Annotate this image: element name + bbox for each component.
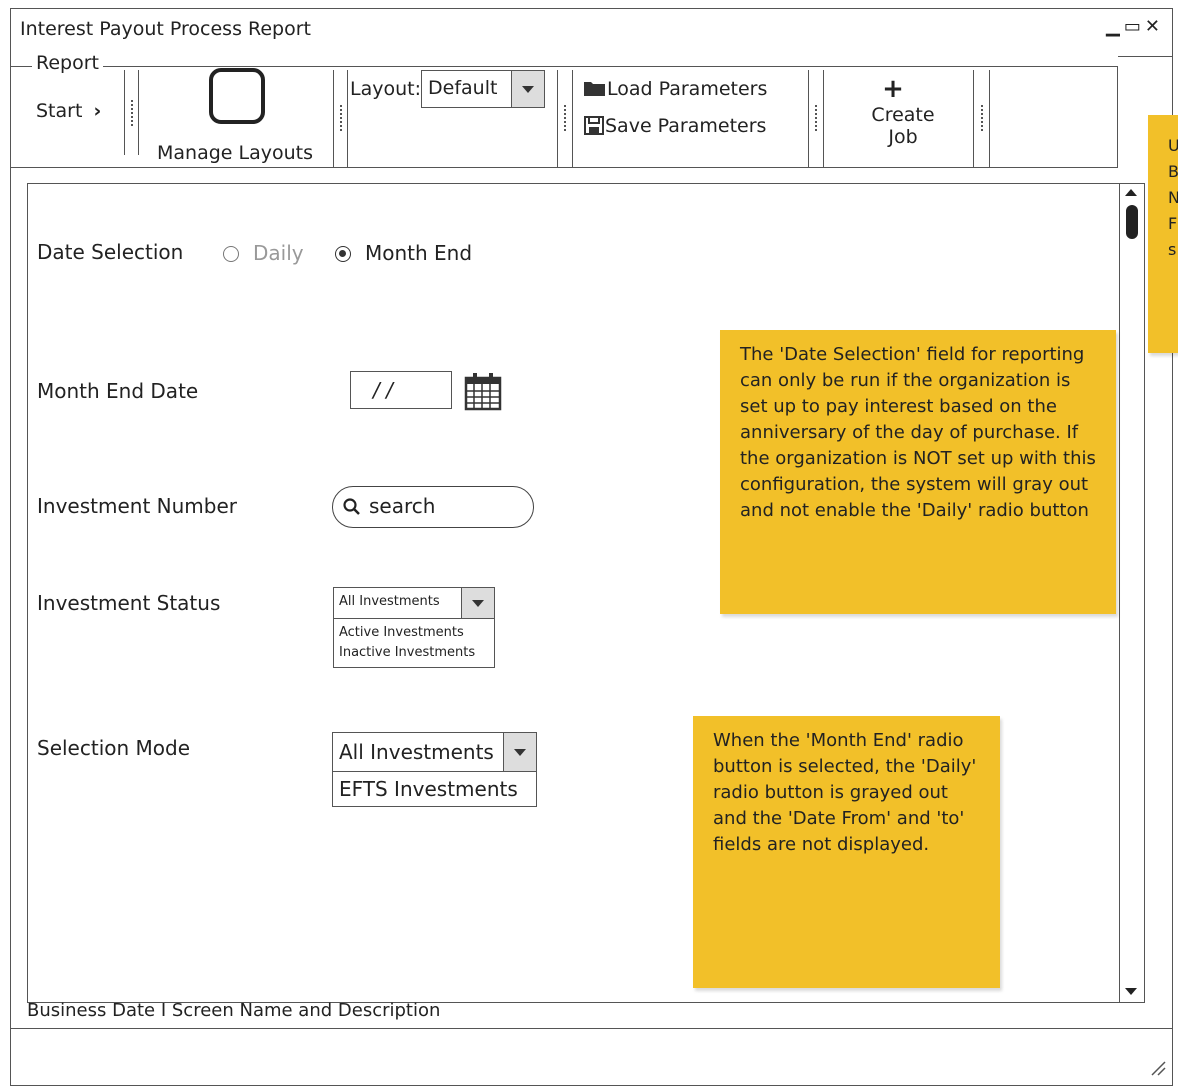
toolbar-grip[interactable] <box>340 105 342 131</box>
toolbar-divider <box>808 70 809 167</box>
toolbar-divider <box>333 70 334 167</box>
vertical-scrollbar[interactable] <box>1119 183 1145 1003</box>
toolbar-grip[interactable] <box>981 105 983 131</box>
month-end-radio-label: Month End <box>365 241 473 265</box>
window-controls[interactable]: ▁▭✕ <box>1106 16 1164 37</box>
save-parameters-button[interactable]: Save Parameters <box>583 115 766 137</box>
toolbar-divider <box>347 70 348 167</box>
toolbar-divider <box>138 70 139 155</box>
investment-status-value: All Investments <box>339 594 440 609</box>
window-title: Interest Payout Process Report <box>20 18 312 40</box>
toolbar-divider <box>124 70 125 155</box>
month-end-date-value: / / <box>373 378 393 402</box>
start-button[interactable]: Start › <box>36 100 101 122</box>
resize-grip-icon[interactable] <box>1150 1060 1166 1076</box>
scroll-up-icon[interactable] <box>1125 189 1137 196</box>
search-placeholder: search <box>369 494 436 518</box>
load-parameters-button[interactable]: Load Parameters <box>583 78 767 100</box>
toolbar-divider <box>557 70 558 167</box>
maximize-icon[interactable]: ▭ <box>1124 16 1145 37</box>
chevron-down-icon[interactable] <box>503 733 536 771</box>
month-end-sticky-note: When the 'Month End' radio button is sel… <box>693 716 1000 988</box>
status-bar-text: Business Date I Screen Name and Descript… <box>27 1000 441 1021</box>
manage-layouts-icon[interactable] <box>209 68 265 124</box>
toolbar-grip[interactable] <box>564 105 566 131</box>
plus-icon: + <box>882 74 904 104</box>
selection-mode-value: All Investments <box>339 740 494 764</box>
close-icon[interactable]: ✕ <box>1145 16 1164 37</box>
search-icon <box>343 498 360 515</box>
create-job-label: Create <box>871 104 935 126</box>
chevron-down-icon[interactable] <box>511 71 544 107</box>
selection-mode-option[interactable]: EFTS Investments <box>339 777 518 801</box>
toolbar-grip[interactable] <box>131 100 133 126</box>
investment-number-search[interactable]: search <box>332 486 534 528</box>
minimize-icon[interactable]: ▁ <box>1106 16 1124 37</box>
scroll-thumb[interactable] <box>1126 205 1138 239</box>
folder-icon <box>584 82 605 96</box>
toolbar-divider <box>572 70 573 167</box>
status-bar-divider <box>10 1028 1173 1029</box>
investment-status-select[interactable]: All Investments <box>333 587 495 619</box>
toolbar-grip[interactable] <box>815 105 817 131</box>
investment-status-option[interactable]: Inactive Investments <box>339 645 475 660</box>
chevron-down-icon[interactable] <box>461 588 494 618</box>
month-end-date-input[interactable]: / / <box>350 371 452 409</box>
selection-mode-options: EFTS Investments <box>332 771 537 807</box>
chevron-right-icon: › <box>93 100 102 122</box>
toolbar-divider <box>973 70 974 167</box>
radio-on-icon[interactable] <box>335 246 351 262</box>
investment-status-label: Investment Status <box>37 591 221 615</box>
create-job-label: Job <box>888 126 918 148</box>
start-label: Start <box>36 100 83 122</box>
selection-mode-select[interactable]: All Investments <box>332 732 537 772</box>
manage-layouts-button[interactable]: Manage Layouts <box>157 142 313 164</box>
daily-radio-label: Daily <box>253 241 304 265</box>
date-selection-sticky-note: The 'Date Selection' field for reporting… <box>720 330 1116 614</box>
create-job-button[interactable]: + Create Job <box>840 76 966 148</box>
layout-value: Default <box>428 77 498 99</box>
investment-status-option[interactable]: Active Investments <box>339 625 464 640</box>
toolbar-group-label: Report <box>32 52 103 74</box>
toolbar-divider <box>989 70 990 167</box>
investment-status-options: Active Investments Inactive Investments <box>333 618 495 668</box>
calendar-icon[interactable] <box>464 371 504 411</box>
scroll-down-icon[interactable] <box>1125 988 1137 995</box>
date-selection-label: Date Selection <box>37 240 184 264</box>
side-sticky-note: U B N F s <box>1148 115 1178 353</box>
month-end-date-label: Month End Date <box>37 379 199 403</box>
radio-off-icon <box>223 246 239 262</box>
save-icon <box>584 116 604 135</box>
layout-select[interactable]: Default <box>421 70 545 108</box>
title-divider <box>1118 56 1173 57</box>
save-parameters-label: Save Parameters <box>605 115 767 137</box>
investment-number-label: Investment Number <box>37 494 237 518</box>
load-parameters-label: Load Parameters <box>607 78 768 100</box>
layout-label: Layout: <box>350 78 421 100</box>
selection-mode-label: Selection Mode <box>37 736 191 760</box>
